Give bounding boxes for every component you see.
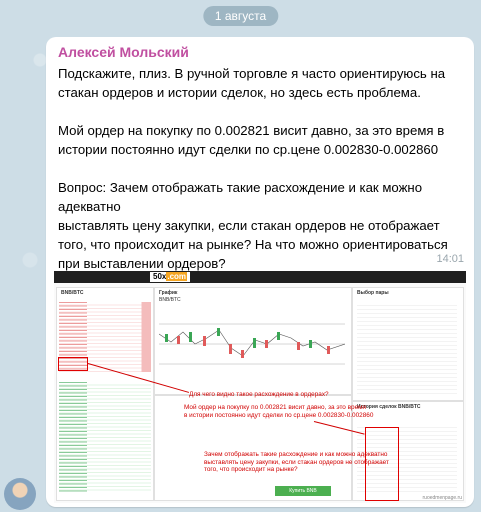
annotation-order: Мой ордер на покупку по 0.002821 висит д… — [184, 404, 374, 419]
candlestick-chart — [159, 304, 345, 374]
chart-panel: График BNB/BTC — [154, 287, 352, 395]
annotation-question: Для чего видно такое расхождение в ордер… — [189, 391, 329, 398]
watermark: ruoedmenpage.ru — [422, 495, 462, 501]
annotation-why: Зачем отображать такие расхождение и как… — [204, 451, 389, 473]
order-book-panel: BNB/BTC — [56, 287, 154, 501]
order-book-title: BNB/BTC — [61, 290, 84, 296]
buy-prices — [59, 382, 87, 492]
attached-screenshot[interactable]: 50x.com BNB/BTC График BNB/BTC Купить BN… — [54, 271, 466, 503]
date-badge: 1 августа — [202, 6, 279, 26]
chart-pair: BNB/BTC — [159, 297, 181, 303]
message-author[interactable]: Алексей Мольский — [58, 44, 189, 60]
message-text: Подскажите, плиз. В ручной торговле я ча… — [58, 64, 468, 273]
pairs-panel: Выбор пары — [352, 287, 464, 401]
message-time: 14:01 — [436, 253, 464, 265]
pairs-list — [357, 302, 457, 396]
message-paragraph: Вопрос: Зачем отображать такие расхожден… — [58, 180, 448, 271]
message-bubble: Алексей Мольский Подскажите, плиз. В руч… — [46, 37, 474, 507]
sender-avatar[interactable] — [4, 478, 36, 510]
message-paragraph: Подскажите, плиз. В ручной торговле я ча… — [58, 66, 446, 100]
exchange-logo: 50x.com — [150, 272, 191, 282]
order-book-highlight — [58, 357, 88, 371]
sell-depth-bars — [127, 302, 151, 372]
exchange-header: 50x.com — [54, 271, 466, 283]
chart-title: График — [159, 290, 178, 296]
message-paragraph: Мой ордер на покупку по 0.002821 висит д… — [58, 123, 445, 157]
buy-button[interactable]: Купить BNB — [275, 486, 331, 496]
pairs-title: Выбор пары — [357, 290, 389, 296]
